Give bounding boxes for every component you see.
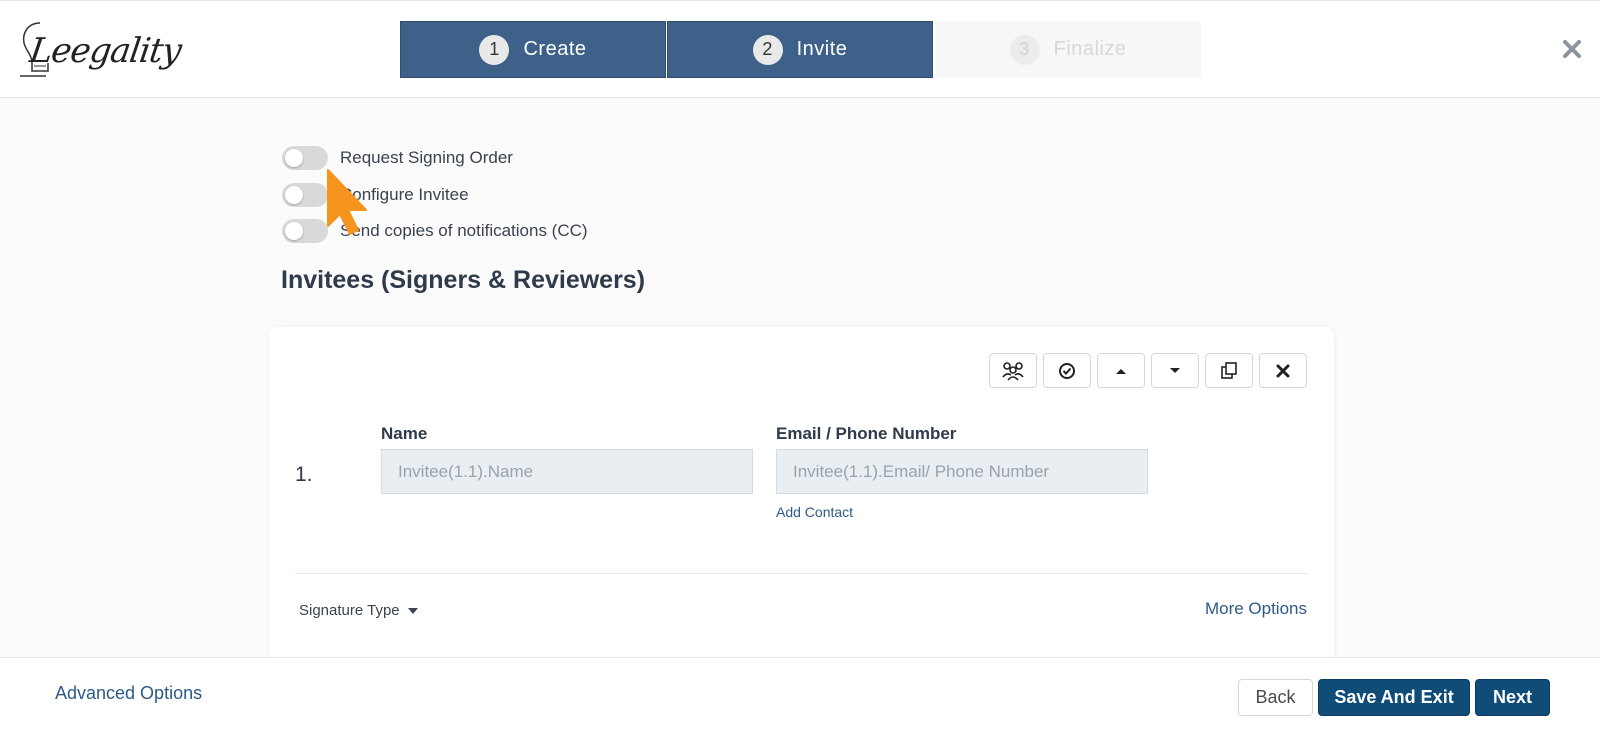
step-create[interactable]: 1 Create — [400, 21, 666, 78]
invitee-card: 1. Name Email / Phone Number Add Contact… — [269, 327, 1334, 667]
card-divider — [295, 573, 1308, 574]
check-circle-icon — [1059, 362, 1075, 379]
step-number: 2 — [752, 34, 783, 65]
move-down-button[interactable] — [1151, 353, 1199, 388]
mouse-cursor-icon — [327, 169, 367, 235]
more-options-link[interactable]: More Options — [1205, 599, 1307, 619]
step-invite[interactable]: 2 Invite — [667, 21, 933, 78]
move-up-button[interactable] — [1097, 353, 1145, 388]
name-label: Name — [381, 424, 428, 443]
step-label: Invite — [796, 38, 848, 60]
top-header: Leegality 1 Create 2 Invite 3 Finalize — [0, 0, 1600, 98]
step-label: Finalize — [1053, 38, 1127, 60]
step-label: Create — [523, 38, 587, 60]
back-button[interactable]: Back — [1238, 679, 1313, 716]
signature-type-dropdown[interactable]: Signature Type — [299, 602, 418, 619]
move-up-icon — [1116, 368, 1126, 374]
toggle-label: Request Signing Order — [340, 148, 513, 167]
signature-type-label: Signature Type — [299, 602, 400, 619]
remove-invitee-button[interactable] — [1259, 353, 1307, 388]
step-number: 1 — [479, 34, 510, 65]
wizard-steps: 1 Create 2 Invite 3 Finalize — [400, 21, 1201, 78]
caret-down-icon — [407, 607, 418, 614]
name-input[interactable] — [381, 449, 753, 494]
toggle-row-signing-order: Request Signing Order — [282, 146, 513, 170]
approve-button[interactable] — [1043, 353, 1091, 388]
duplicate-button[interactable] — [1205, 353, 1253, 388]
group-button[interactable] — [989, 353, 1037, 388]
save-and-exit-button[interactable]: Save And Exit — [1318, 679, 1470, 716]
next-button[interactable]: Next — [1475, 679, 1550, 716]
group-icon — [1002, 361, 1024, 381]
step-number: 3 — [1009, 34, 1040, 65]
add-contact-link[interactable]: Add Contact — [776, 504, 853, 520]
invitee-index: 1. — [295, 463, 313, 486]
toggle-row-configure-invitee: Configure Invitee — [282, 183, 469, 207]
close-icon[interactable] — [1560, 37, 1584, 61]
remove-icon — [1276, 364, 1290, 377]
brand-logo-text: Leegality — [27, 31, 184, 71]
move-down-icon — [1170, 367, 1180, 373]
invitee-toolbar — [989, 353, 1307, 388]
email-phone-input[interactable] — [776, 449, 1148, 494]
toggle-label: Send copies of notifications (CC) — [340, 221, 588, 240]
brand-logo: Leegality — [20, 19, 183, 81]
configure-invitee-toggle[interactable] — [282, 183, 328, 207]
footer-bar: Advanced Options Back Save And Exit Next — [0, 657, 1600, 733]
signing-order-toggle[interactable] — [282, 146, 328, 170]
step-finalize[interactable]: 3 Finalize — [935, 21, 1201, 78]
copy-icon — [1221, 361, 1237, 379]
advanced-options-link[interactable]: Advanced Options — [55, 683, 202, 704]
cc-notifications-toggle[interactable] — [282, 219, 328, 243]
section-title: Invitees (Signers & Reviewers) — [281, 266, 646, 294]
email-label: Email / Phone Number — [776, 424, 957, 443]
